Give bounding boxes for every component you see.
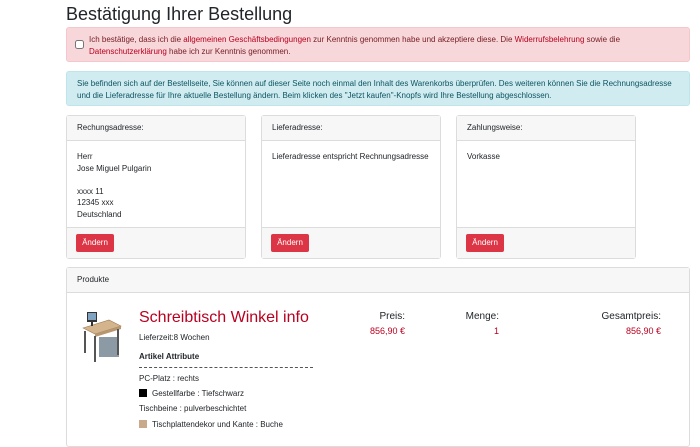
color-swatch-buche <box>139 420 147 428</box>
price-value: 856,90 € <box>369 326 405 336</box>
attributes-heading: Artikel Attribute <box>139 352 200 361</box>
billing-change-button[interactable]: Ändern <box>76 234 114 252</box>
payment-header: Zahlungsweise: <box>457 116 635 141</box>
billing-city: 12345 xxx <box>77 198 114 207</box>
attribute-pc-platz: PC-Platz : rechts <box>139 374 200 383</box>
color-swatch-black <box>139 389 147 397</box>
billing-address: Herr Jose Miguel Pulgarin xxxx 11 12345 … <box>77 151 151 220</box>
shipping-card: Lieferadresse: Lieferadresse entspricht … <box>261 115 441 259</box>
terms-text: Ich bestätige, dass ich die allgemeinen … <box>89 34 684 58</box>
info-text: Sie befinden sich auf der Bestellseite, … <box>77 79 672 100</box>
products-header: Produkte <box>67 268 689 293</box>
datenschutz-link[interactable]: Datenschutzerklärung <box>89 47 167 56</box>
payment-change-button[interactable]: Ändern <box>466 234 504 252</box>
billing-name: Jose Miguel Pulgarin <box>77 163 152 173</box>
total-value: 856,90 € <box>625 326 661 336</box>
agb-link[interactable]: allgemeinen Geschäftsbedingungen <box>183 35 311 44</box>
info-alert: Sie befinden sich auf der Bestellseite, … <box>66 71 690 106</box>
terms-alert: Ich bestätige, dass ich die allgemeinen … <box>66 27 690 62</box>
attribute-tischbeine: Tischbeine : pulverbeschichtet <box>139 404 247 413</box>
products-panel: Produkte Schreibtisch Winkel info Liefer… <box>66 267 690 447</box>
price-label: Preis: <box>379 311 405 322</box>
total-label: Gesamtpreis: <box>601 311 661 322</box>
attribute-tischplatte: Tischplattendekor und Kante : Buche <box>139 420 283 429</box>
terms-text-3: sowie die <box>584 35 621 44</box>
attribute-gestellfarbe: Gestellfarbe : Tiefschwarz <box>139 389 244 398</box>
quantity-value: 1 <box>493 326 499 336</box>
billing-footer: Ändern <box>67 227 245 258</box>
product-delivery-time: Lieferzeit:8 Wochen <box>139 333 210 342</box>
attributes-divider <box>139 367 313 368</box>
billing-card: Rechungsadresse: Herr Jose Miguel Pulgar… <box>66 115 246 259</box>
product-image <box>82 312 122 362</box>
product-name[interactable]: Schreibtisch Winkel info <box>139 309 309 327</box>
terms-text-4: habe ich zur Kenntnis genommen. <box>166 47 291 56</box>
shipping-text: Lieferadresse entspricht Rechnungsadress… <box>272 152 429 161</box>
quantity-label: Menge: <box>465 311 499 322</box>
attribute-gestellfarbe-label: Gestellfarbe : Tiefschwarz <box>152 389 245 398</box>
shipping-change-button[interactable]: Ändern <box>271 234 309 252</box>
payment-card: Zahlungsweise: Vorkasse Ändern <box>456 115 636 259</box>
billing-header: Rechungsadresse: <box>67 116 245 141</box>
widerruf-link[interactable]: Widerrufsbelehrung <box>515 35 585 44</box>
payment-text: Vorkasse <box>467 152 500 161</box>
page-title: Bestätigung Ihrer Bestellung <box>66 4 293 24</box>
billing-salutation: Herr <box>77 152 93 161</box>
terms-text-1: Ich bestätige, dass ich die <box>89 35 184 44</box>
terms-text-2: zur Kenntnis genommen habe und akzeptier… <box>310 35 515 44</box>
terms-checkbox[interactable] <box>75 40 84 49</box>
payment-footer: Ändern <box>457 227 635 258</box>
shipping-footer: Ändern <box>262 227 440 258</box>
billing-country: Deutschland <box>77 209 122 219</box>
shipping-header: Lieferadresse: <box>262 116 440 141</box>
attribute-tischplatte-label: Tischplattendekor und Kante : Buche <box>152 420 283 429</box>
billing-street: xxxx 11 <box>77 186 104 196</box>
